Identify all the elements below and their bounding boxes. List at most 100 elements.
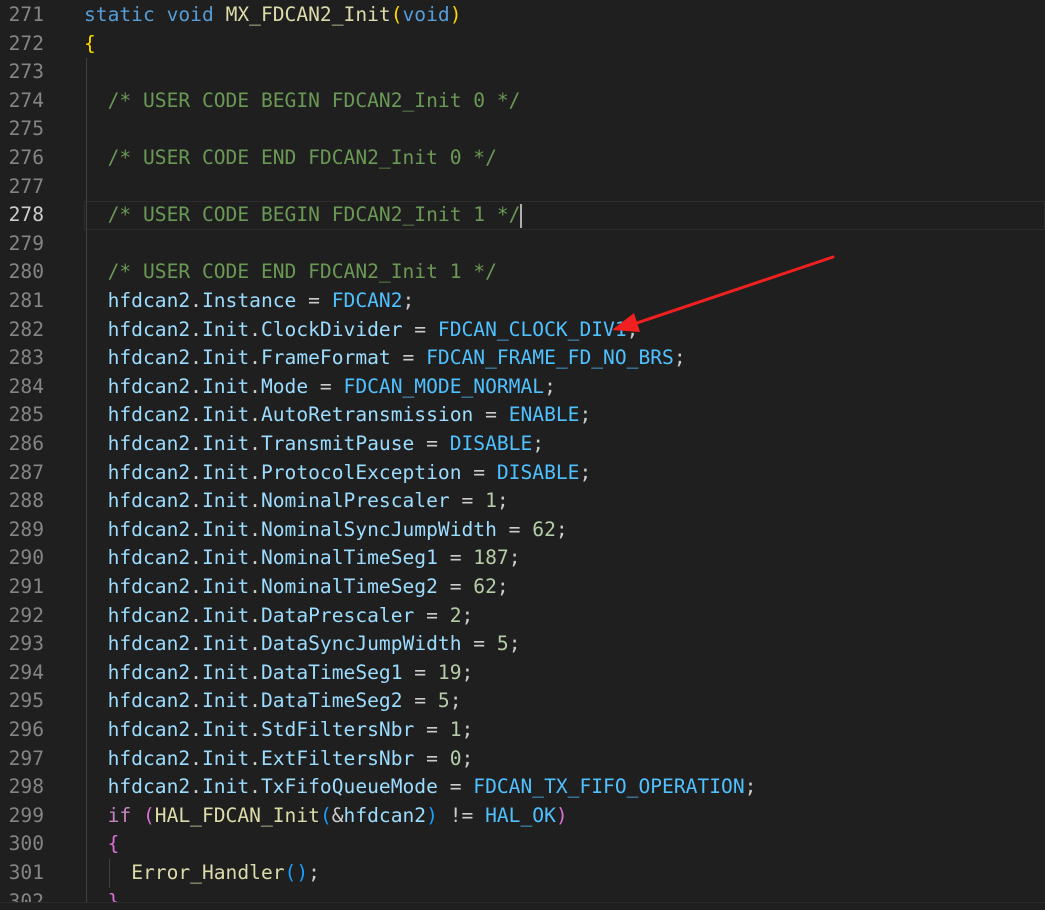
code-token: hfdcan2 [107, 689, 191, 713]
code-token: ( [319, 803, 332, 827]
line-number: 287 [8, 460, 44, 484]
code-line[interactable]: hfdcan2.Init.ClockDivider = FDCAN_CLOCK_… [84, 316, 1045, 345]
code-token: . [249, 660, 261, 684]
code-token: DataPrescaler [260, 603, 415, 627]
code-token: ( [390, 3, 403, 26]
code-token: Error_Handler [131, 861, 285, 884]
code-token: . [190, 432, 202, 455]
code-token: Init [201, 432, 250, 455]
code-token: ; [461, 718, 474, 741]
code-token: hfdcan2 [107, 718, 191, 741]
code-line[interactable]: hfdcan2.Init.FrameFormat = FDCAN_FRAME_F… [84, 344, 1045, 373]
line-number: 283 [8, 346, 44, 370]
code-line[interactable]: hfdcan2.Init.NominalPrescaler = 1; [84, 487, 1045, 516]
code-token: ; [508, 546, 521, 570]
code-token: MX_FDCAN2_Init [225, 3, 391, 26]
code-token: TxFifoQueueMode [260, 775, 438, 799]
code-line[interactable]: if (HAL_FDCAN_Init(&hfdcan2) != HAL_OK) [84, 802, 1045, 831]
horizontal-scrollbar[interactable] [0, 902, 1045, 910]
code-line[interactable]: hfdcan2.Init.TxFifoQueueMode = FDCAN_TX_… [84, 773, 1045, 802]
code-token: 1 [485, 489, 497, 513]
code-line[interactable]: hfdcan2.Init.NominalTimeSeg1 = 187; [84, 544, 1045, 573]
code-line[interactable]: /* USER CODE END FDCAN2_Init 1 */ [84, 258, 1045, 287]
code-line[interactable]: /* USER CODE BEGIN FDCAN2_Init 1 */ [84, 201, 1045, 230]
code-token: ) [555, 803, 568, 827]
code-token: { [84, 31, 96, 55]
code-line[interactable] [84, 173, 1045, 202]
code-line[interactable]: { [84, 30, 1045, 59]
code-token: . [190, 374, 202, 398]
line-number: 299 [8, 803, 44, 827]
code-line[interactable]: hfdcan2.Init.TransmitPause = DISABLE; [84, 430, 1045, 459]
code-line[interactable]: hfdcan2.Init.ExtFiltersNbr = 0; [84, 745, 1045, 774]
code-editor[interactable]: 271 272 273 274 275 276 277 278 279 280 281 282 283 2… [0, 0, 1045, 910]
code-line[interactable]: hfdcan2.Init.StdFiltersNbr = 1; [84, 716, 1045, 745]
code-token: . [249, 689, 261, 713]
code-area[interactable]: static void MX_FDCAN2_Init(void){ /* USE… [84, 0, 1045, 910]
code-token: = [414, 718, 450, 741]
code-line[interactable] [84, 230, 1045, 259]
code-token: Init [201, 718, 250, 741]
code-token: Init [201, 460, 250, 484]
code-token: ProtocolException [260, 460, 462, 484]
code-line[interactable]: Error_Handler(); [84, 859, 1045, 888]
code-token: & [331, 803, 344, 827]
code-line[interactable]: /* USER CODE END FDCAN2_Init 0 */ [84, 144, 1045, 173]
code-token: . [249, 460, 261, 484]
code-line[interactable]: hfdcan2.Init.DataPrescaler = 2; [84, 602, 1045, 631]
code-token: NominalPrescaler [260, 489, 450, 513]
code-line[interactable]: hfdcan2.Init.Mode = FDCAN_MODE_NORMAL; [84, 373, 1045, 402]
code-token: . [190, 460, 202, 484]
code-line[interactable]: { [84, 830, 1045, 859]
code-token: hfdcan2 [107, 432, 191, 455]
code-line[interactable]: static void MX_FDCAN2_Init(void) [84, 1, 1045, 30]
code-line[interactable]: hfdcan2.Init.DataSyncJumpWidth = 5; [84, 630, 1045, 659]
code-line[interactable]: hfdcan2.Init.DataTimeSeg1 = 19; [84, 659, 1045, 688]
code-token: Instance [201, 289, 297, 312]
code-token: ; [626, 317, 639, 341]
code-token: = [402, 317, 438, 341]
line-number: 295 [8, 689, 44, 713]
code-token: hfdcan2 [107, 632, 191, 656]
line-number: 277 [8, 174, 44, 198]
code-token: hfdcan2 [107, 575, 191, 598]
code-token: hfdcan2 [107, 775, 191, 799]
code-line[interactable] [84, 58, 1045, 87]
code-token: . [190, 317, 202, 341]
code-token: . [190, 775, 202, 799]
code-token: void [402, 3, 450, 26]
code-token: 19 [437, 660, 462, 684]
code-line[interactable]: hfdcan2.Init.ProtocolException = DISABLE… [84, 459, 1045, 488]
code-token: ; [461, 660, 474, 684]
code-token: ( [142, 803, 155, 827]
code-token: Init [201, 374, 250, 398]
code-line[interactable]: hfdcan2.Init.NominalSyncJumpWidth = 62; [84, 516, 1045, 545]
code-token: = [437, 546, 474, 570]
code-token: Init [201, 546, 250, 570]
code-token: ; [579, 403, 592, 427]
code-token: /* USER CODE BEGIN FDCAN2_Init 0 */ [107, 88, 521, 112]
code-token: ; [508, 632, 521, 656]
code-token: = [414, 432, 450, 455]
code-token: . [249, 603, 261, 627]
code-line[interactable]: hfdcan2.Instance = FDCAN2; [84, 287, 1045, 316]
line-number: 272 [8, 31, 44, 55]
line-number-gutter: 271 272 273 274 275 276 277 278 279 280 281 282 283 2… [0, 0, 70, 910]
code-token: . [190, 603, 202, 627]
code-line[interactable]: hfdcan2.Init.NominalTimeSeg2 = 62; [84, 573, 1045, 602]
code-line[interactable] [84, 115, 1045, 144]
code-line[interactable]: /* USER CODE BEGIN FDCAN2_Init 0 */ [84, 87, 1045, 116]
code-line[interactable]: hfdcan2.Init.DataTimeSeg2 = 5; [84, 687, 1045, 716]
code-line[interactable]: hfdcan2.Init.AutoRetransmission = ENABLE… [84, 401, 1045, 430]
